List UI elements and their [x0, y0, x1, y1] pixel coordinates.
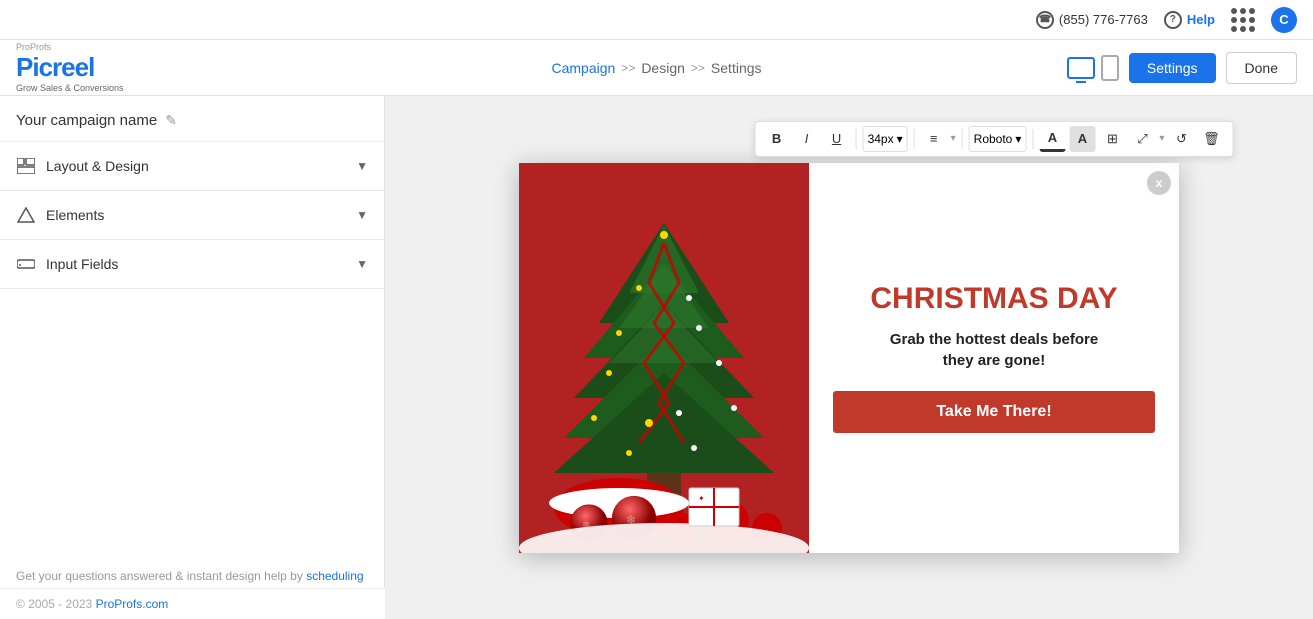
nav-sep1: >>: [621, 61, 635, 75]
toolbar-sep4: [1032, 129, 1033, 149]
edit-campaign-name-icon[interactable]: ✎: [165, 112, 177, 129]
main-layout: Your campaign name ✎ Layout & Design ▼: [0, 96, 1313, 619]
top-bar: ☎ (855) 776-7763 ? Help C: [0, 0, 1313, 40]
done-button[interactable]: Done: [1226, 52, 1297, 84]
campaign-name-row: Your campaign name ✎: [0, 96, 384, 142]
elements-icon: [16, 205, 36, 225]
underline-button[interactable]: U: [824, 126, 850, 152]
font-family-select[interactable]: Roboto ▾: [969, 126, 1027, 152]
popup-container: ❄ ❄ ✦: [519, 163, 1179, 553]
page-footer: © 2005 - 2023 ProProfs.com: [0, 588, 385, 619]
toolbar-sep3: [962, 129, 963, 149]
undo-button[interactable]: ↺: [1168, 126, 1194, 152]
settings-button[interactable]: Settings: [1129, 53, 1216, 83]
accordion-input: Input Fields ▼: [0, 240, 384, 289]
grid-icon[interactable]: [1231, 8, 1255, 32]
nav-settings[interactable]: Settings: [711, 60, 762, 76]
expand-button[interactable]: ⤢: [1129, 126, 1155, 152]
italic-button[interactable]: I: [794, 126, 820, 152]
header-actions: Settings Done: [1067, 52, 1297, 84]
logo-area: ProProfs Picreel Grow Sales & Conversion…: [16, 42, 124, 93]
toolbar-sep1: [856, 129, 857, 149]
input-chevron: ▼: [356, 257, 368, 271]
canvas-area: ❄ ❄ ✦: [385, 96, 1313, 619]
help-item[interactable]: ? Help: [1164, 11, 1215, 29]
phone-item[interactable]: ☎ (855) 776-7763: [1036, 11, 1148, 29]
subtitle-line1: Grab the hottest deals before: [890, 331, 1098, 348]
delete-button[interactable]: 🗑: [1198, 126, 1224, 152]
main-header: ProProfs Picreel Grow Sales & Conversion…: [0, 40, 1313, 96]
accordion-layout: Layout & Design ▼: [0, 142, 384, 191]
mobile-view-icon[interactable]: [1101, 55, 1119, 81]
popup-title: CHRISTMAS DAY: [870, 282, 1117, 315]
toolbar-sep2: [914, 129, 915, 149]
elements-chevron: ▼: [356, 208, 368, 222]
help-icon: ?: [1164, 11, 1182, 29]
svg-text:✦: ✦: [698, 494, 705, 503]
text-color-button[interactable]: A: [1039, 126, 1065, 152]
logo-proprofs: ProProfs: [16, 42, 124, 52]
cta-button[interactable]: Take Me There!: [833, 391, 1155, 433]
campaign-name: Your campaign name: [16, 112, 157, 129]
phone-icon: ☎: [1036, 11, 1054, 29]
nav-campaign[interactable]: Campaign: [551, 60, 615, 76]
layout-label: Layout & Design: [46, 158, 149, 174]
input-icon: [16, 254, 36, 274]
logo-tagline: Grow Sales & Conversions: [16, 83, 124, 93]
bold-button[interactable]: B: [764, 126, 790, 152]
device-icons: [1067, 55, 1119, 81]
footer-text: Get your questions answered & instant de…: [16, 569, 306, 583]
text-toolbar: B I U 34px ▾ ≡ ▾ Roboto ▾: [755, 121, 1234, 157]
close-button[interactable]: x: [1147, 171, 1171, 195]
align-button[interactable]: ≡: [921, 126, 947, 152]
proprofs-link[interactable]: ProProfs.com: [96, 597, 169, 611]
popup-subtitle: Grab the hottest deals before they are g…: [890, 329, 1098, 371]
phone-number: (855) 776-7763: [1059, 12, 1148, 27]
accordion-elements-header[interactable]: Elements ▼: [0, 191, 384, 239]
help-label: Help: [1187, 12, 1215, 27]
user-avatar[interactable]: C: [1271, 7, 1297, 33]
layout-chevron: ▼: [356, 159, 368, 173]
logo-picreel: Picreel: [16, 52, 124, 83]
subtitle-line2: they are gone!: [943, 352, 1046, 369]
font-size-select[interactable]: 34px ▾: [863, 126, 908, 152]
accordion-input-left: Input Fields: [16, 254, 118, 274]
nav-sep2: >>: [691, 61, 705, 75]
accordion-elements-left: Elements: [16, 205, 104, 225]
accordion-layout-header[interactable]: Layout & Design ▼: [0, 142, 384, 190]
layout-icon: [16, 156, 36, 176]
accordion-elements: Elements ▼: [0, 191, 384, 240]
accordion-input-header[interactable]: Input Fields ▼: [0, 240, 384, 288]
image-button[interactable]: ⊞: [1099, 126, 1125, 152]
accordion-layout-left: Layout & Design: [16, 156, 149, 176]
desktop-view-icon[interactable]: [1067, 57, 1095, 79]
popup-image-side: ❄ ❄ ✦: [519, 163, 809, 553]
input-label: Input Fields: [46, 256, 118, 272]
sidebar: Your campaign name ✎ Layout & Design ▼: [0, 96, 385, 619]
copyright-text: © 2005 - 2023: [16, 597, 96, 611]
nav-design[interactable]: Design: [641, 60, 685, 76]
bg-color-button[interactable]: A: [1069, 126, 1095, 152]
nav-breadcrumb: Campaign >> Design >> Settings: [551, 60, 761, 76]
elements-label: Elements: [46, 207, 104, 223]
popup-content-side: x B I U 34px ▾ ≡ ▾ Roboto: [809, 163, 1179, 553]
